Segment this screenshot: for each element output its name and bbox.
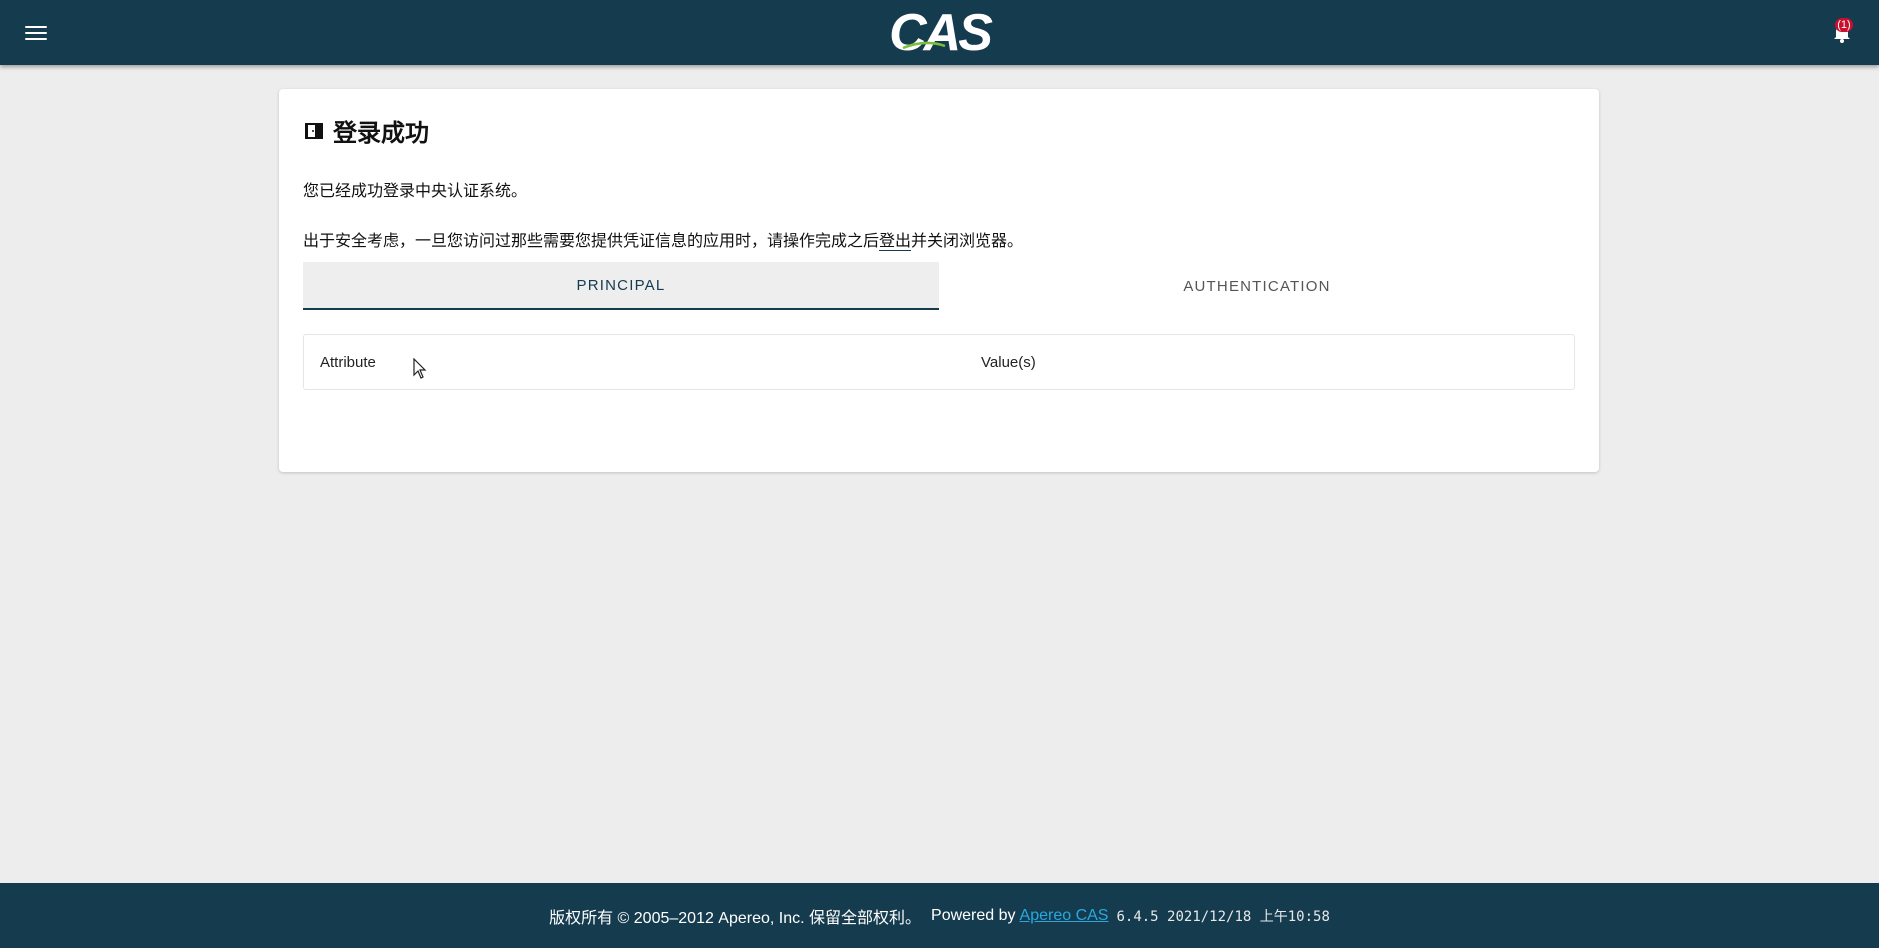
security-notice: 出于安全考虑，一旦您访问过那些需要您提供凭证信息的应用时，请操作完成之后登出并关… — [303, 227, 1023, 251]
notification-badge: (1) — [1835, 18, 1853, 32]
page-title: 登录成功 — [303, 113, 429, 148]
door-icon — [305, 122, 323, 139]
tab-bar: PRINCIPAL AUTHENTICATION — [303, 262, 1575, 310]
tab-authentication[interactable]: AUTHENTICATION — [939, 262, 1575, 310]
menu-icon-line — [25, 26, 47, 28]
column-header-values[interactable]: Value(s) — [981, 354, 1036, 371]
menu-icon-line — [25, 38, 47, 40]
mouse-cursor-icon — [413, 358, 427, 379]
apereo-cas-link[interactable]: Apereo CAS — [1020, 907, 1109, 925]
notification-button[interactable]: (1) — [1829, 18, 1855, 46]
version-text: 6.4.5 2021/12/18 上午10:58 — [1116, 908, 1330, 925]
logout-link[interactable]: 登出 — [879, 233, 912, 251]
copyright-text: 版权所有 © 2005–2012 Apereo, Inc. 保留全部权利。 — [549, 909, 922, 927]
top-app-bar: CAS (1) — [0, 0, 1879, 65]
login-success-card: 登录成功 您已经成功登录中央认证系统。 出于安全考虑，一旦您访问过那些需要您提供… — [279, 89, 1599, 472]
menu-icon-line — [25, 32, 47, 34]
powered-by-text: Powered by — [931, 906, 1016, 924]
security-notice-text: 出于安全考虑，一旦您访问过那些需要您提供凭证信息的应用时，请操作完成之后 — [303, 233, 880, 250]
success-message: 您已经成功登录中央认证系统。 — [303, 183, 528, 200]
page-title-text: 登录成功 — [333, 120, 429, 147]
tab-principal[interactable]: PRINCIPAL — [303, 262, 939, 310]
logo-swoosh-icon — [902, 41, 946, 49]
security-notice-text-end: 并关闭浏览器。 — [911, 233, 1024, 250]
cas-logo: CAS — [889, 3, 993, 62]
attributes-table: Attribute Value(s) — [303, 334, 1575, 390]
menu-button[interactable] — [22, 22, 50, 44]
column-header-attribute[interactable]: Attribute — [320, 354, 376, 371]
page-footer: 版权所有 © 2005–2012 Apereo, Inc. 保留全部权利。 Po… — [0, 883, 1879, 948]
